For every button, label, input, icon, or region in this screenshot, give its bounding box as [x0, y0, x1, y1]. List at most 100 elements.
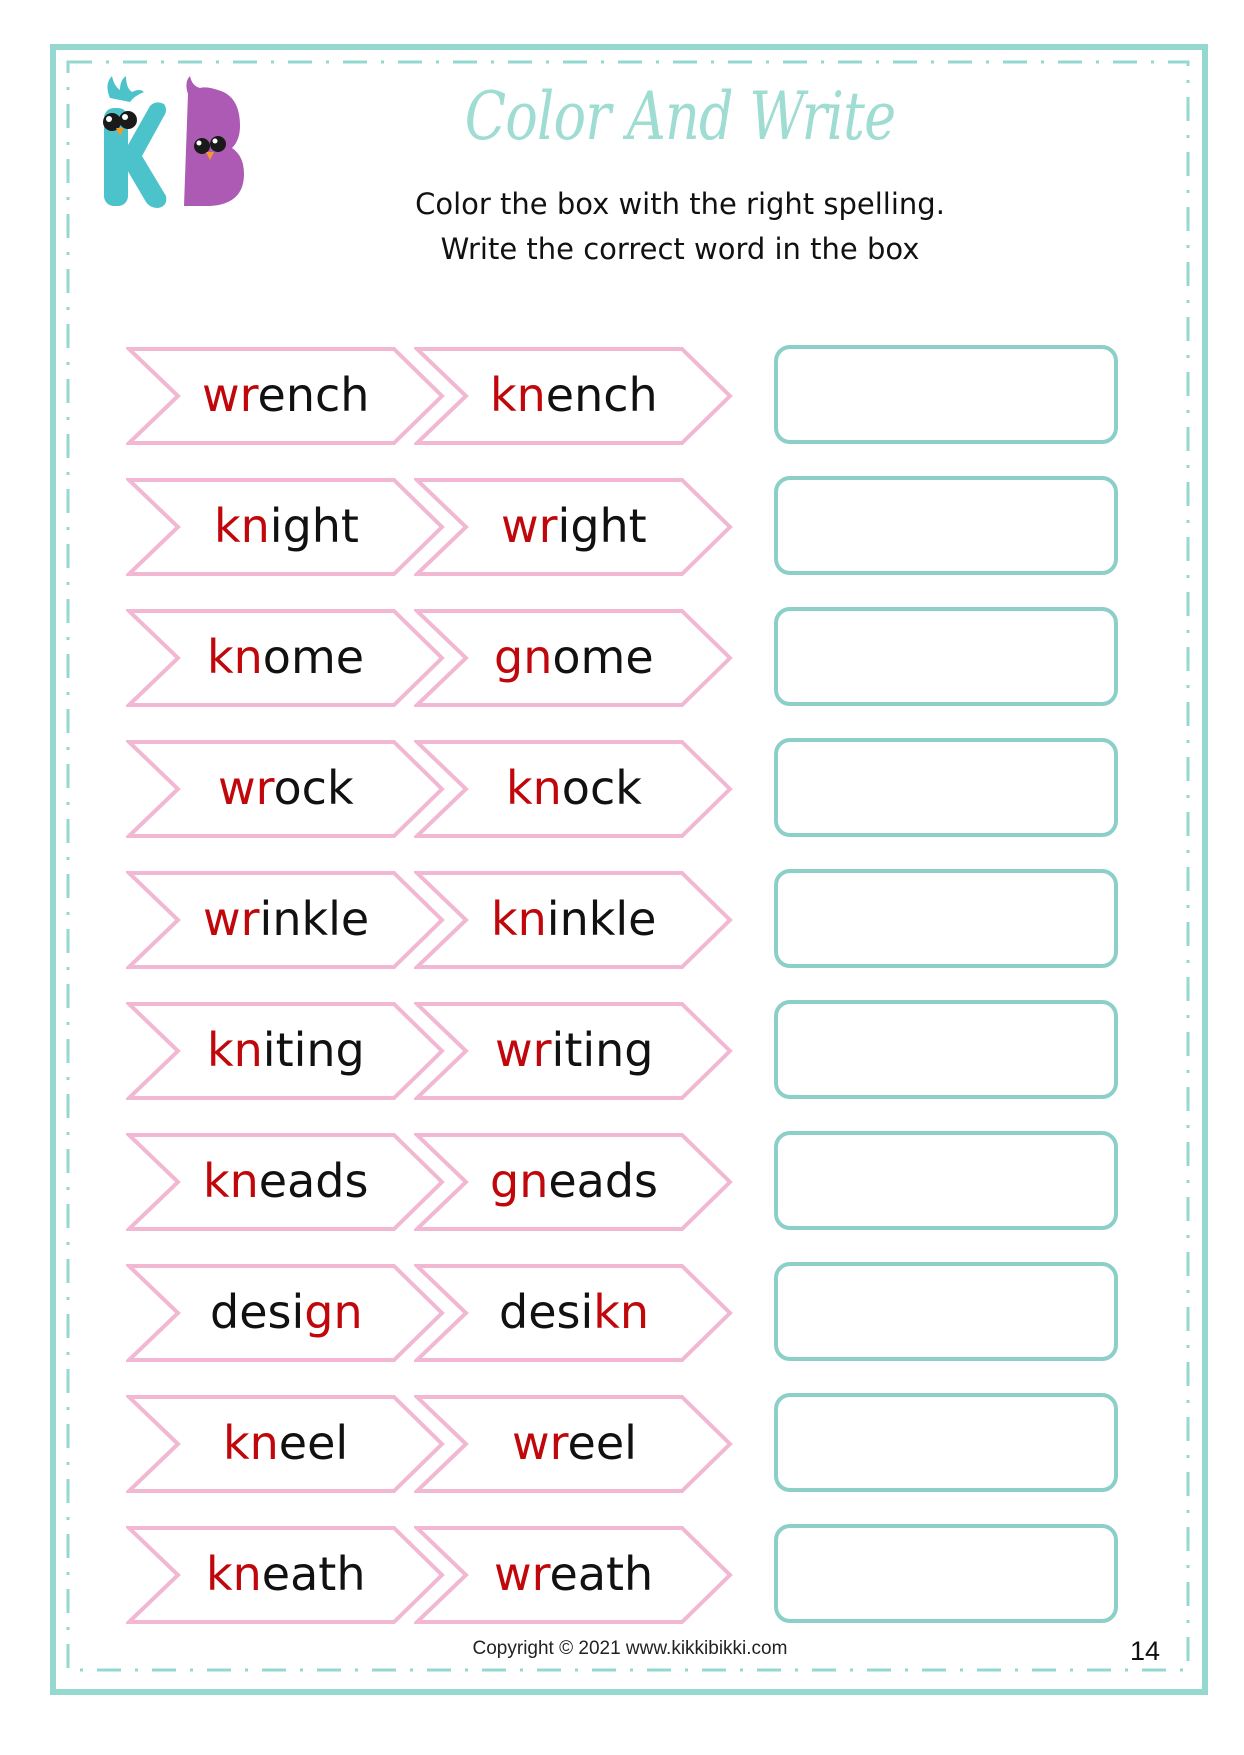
- exercise-row: kneads gneads: [0, 1131, 1244, 1232]
- highlighted-letters: wr: [501, 499, 558, 553]
- spelling-option-left[interactable]: knome: [126, 608, 446, 708]
- spelling-option-right[interactable]: gneads: [414, 1132, 734, 1232]
- option-word: kneel: [223, 1414, 348, 1472]
- answer-write-box[interactable]: [774, 607, 1118, 706]
- option-word: knight: [214, 497, 359, 555]
- word-part: desi: [499, 1285, 594, 1339]
- option-word: wreel: [512, 1414, 637, 1472]
- spelling-option-right[interactable]: kninkle: [414, 870, 734, 970]
- option-word: gnome: [494, 628, 654, 686]
- spelling-option-right[interactable]: wreath: [414, 1525, 734, 1625]
- option-word: wright: [501, 497, 647, 555]
- word-part: eel: [567, 1416, 637, 1470]
- exercise-row: knight wright: [0, 476, 1244, 577]
- answer-write-box[interactable]: [774, 476, 1118, 575]
- exercise-row: kneath wreath: [0, 1524, 1244, 1625]
- option-word: kneath: [206, 1545, 365, 1603]
- word-part: inkle: [546, 892, 657, 946]
- spelling-option-right[interactable]: gnome: [414, 608, 734, 708]
- highlighted-letters: wr: [512, 1416, 568, 1470]
- word-part: eads: [548, 1154, 659, 1208]
- exercise-row: kneel wreel: [0, 1393, 1244, 1494]
- option-word: wrinkle: [203, 890, 369, 948]
- option-word: knock: [506, 759, 642, 817]
- option-word: design: [210, 1283, 363, 1341]
- exercise-row: knome gnome: [0, 607, 1244, 708]
- highlighted-letters: gn: [304, 1285, 363, 1339]
- spelling-option-left[interactable]: kniting: [126, 1001, 446, 1101]
- worksheet-title: Color And Write: [464, 78, 896, 155]
- highlighted-letters: wr: [494, 1547, 550, 1601]
- instruction-line-1: Color the box with the right spelling.: [415, 187, 945, 221]
- spelling-option-left[interactable]: wrench: [126, 346, 446, 446]
- exercise-row: wrinkle kninkle: [0, 869, 1244, 970]
- option-word: kneads: [203, 1152, 368, 1210]
- letter-k-bird-icon: [103, 76, 167, 208]
- option-word: knome: [207, 628, 364, 686]
- answer-write-box[interactable]: [774, 1524, 1118, 1623]
- exercise-row: kniting writing: [0, 1000, 1244, 1101]
- spelling-option-left[interactable]: kneath: [126, 1525, 446, 1625]
- spelling-option-left[interactable]: design: [126, 1263, 446, 1363]
- spelling-option-right[interactable]: writing: [414, 1001, 734, 1101]
- highlighted-letters: wr: [495, 1023, 552, 1077]
- highlighted-letters: gn: [490, 1154, 549, 1208]
- spelling-option-right[interactable]: desikn: [414, 1263, 734, 1363]
- spelling-option-left[interactable]: wrock: [126, 739, 446, 839]
- word-part: eath: [549, 1547, 654, 1601]
- answer-write-box[interactable]: [774, 1131, 1118, 1230]
- spelling-option-right[interactable]: wright: [414, 477, 734, 577]
- highlighted-letters: wr: [202, 368, 258, 422]
- letter-b-bird-icon: [184, 76, 244, 206]
- answer-write-box[interactable]: [774, 1393, 1118, 1492]
- option-word: wreath: [494, 1545, 653, 1603]
- option-word: desikn: [499, 1283, 649, 1341]
- answer-write-box[interactable]: [774, 1000, 1118, 1099]
- answer-write-box[interactable]: [774, 738, 1118, 837]
- highlighted-letters: kn: [207, 630, 263, 684]
- spelling-option-left[interactable]: wrinkle: [126, 870, 446, 970]
- instruction-line-2: Write the correct word in the box: [440, 232, 920, 266]
- option-word: wrock: [218, 759, 354, 817]
- word-part: ight: [557, 499, 647, 553]
- word-part: eel: [278, 1416, 349, 1470]
- option-word: writing: [495, 1021, 654, 1079]
- highlighted-letters: wr: [203, 892, 260, 946]
- highlighted-letters: kn: [506, 761, 562, 815]
- highlighted-letters: kn: [207, 1023, 263, 1077]
- highlighted-letters: gn: [494, 630, 553, 684]
- word-part: inkle: [259, 892, 370, 946]
- option-word: gneads: [490, 1152, 658, 1210]
- word-part: ench: [257, 368, 370, 422]
- exercise-row: wrock knock: [0, 738, 1244, 839]
- word-part: iting: [262, 1023, 365, 1077]
- option-word: knench: [490, 366, 658, 424]
- spelling-option-right[interactable]: knock: [414, 739, 734, 839]
- answer-write-box[interactable]: [774, 345, 1118, 444]
- spelling-option-right[interactable]: knench: [414, 346, 734, 446]
- highlighted-letters: kn: [490, 368, 546, 422]
- word-part: ock: [273, 761, 354, 815]
- highlighted-letters: kn: [203, 1154, 259, 1208]
- spelling-option-left[interactable]: knight: [126, 477, 446, 577]
- word-part: eath: [261, 1547, 366, 1601]
- word-part: eads: [258, 1154, 369, 1208]
- option-word: wrench: [202, 366, 369, 424]
- word-part: ome: [552, 630, 654, 684]
- word-part: ench: [545, 368, 658, 422]
- highlighted-letters: kn: [214, 499, 270, 553]
- copyright-text: Copyright © 2021 www.kikkibikki.com: [472, 1638, 788, 1659]
- page-number: 14: [1130, 1636, 1161, 1666]
- word-part: ome: [262, 630, 365, 684]
- option-word: kniting: [207, 1021, 365, 1079]
- highlighted-letters: kn: [593, 1285, 650, 1339]
- highlighted-letters: kn: [223, 1416, 279, 1470]
- exercise-row: design desikn: [0, 1262, 1244, 1363]
- word-part: iting: [551, 1023, 654, 1077]
- spelling-option-left[interactable]: kneel: [126, 1394, 446, 1494]
- highlighted-letters: kn: [491, 892, 547, 946]
- answer-write-box[interactable]: [774, 1262, 1118, 1361]
- answer-write-box[interactable]: [774, 869, 1118, 968]
- spelling-option-left[interactable]: kneads: [126, 1132, 446, 1232]
- spelling-option-right[interactable]: wreel: [414, 1394, 734, 1494]
